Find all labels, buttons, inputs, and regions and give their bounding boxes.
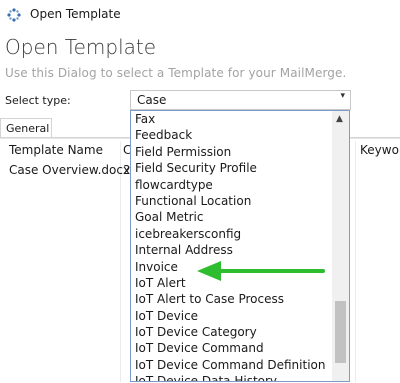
dropdown-option[interactable]: IoT Device Command [135, 340, 325, 356]
dropdown-option[interactable]: Field Permission [135, 144, 325, 160]
dropdown-option[interactable]: IoT Alert to Case Process [135, 291, 325, 307]
dropdown-option[interactable]: Internal Address [135, 242, 325, 258]
dropdown-option[interactable]: Functional Location [135, 193, 325, 209]
cell-template-name: Case Overview.docx [9, 163, 131, 177]
chevron-down-icon[interactable]: ▾ [340, 91, 345, 101]
dropdown-option[interactable]: Goal Metric [135, 209, 325, 225]
dropdown-option[interactable]: Field Security Profile [135, 160, 325, 176]
green-arrow-annotation [197, 261, 325, 281]
select-type-dropdown-list[interactable]: Fax Feedback Field Permission Field Securit… [130, 110, 350, 382]
column-header-keywords[interactable]: Keywor [360, 143, 400, 157]
scrollbar-thumb[interactable] [335, 301, 346, 363]
dropdown-option[interactable]: icebreakersconfig [135, 226, 325, 242]
dropdown-option[interactable]: Feedback [135, 127, 325, 143]
select-type-value: Case [137, 93, 167, 107]
tab-general-label: General [6, 122, 50, 135]
dropdown-option[interactable]: IoT Device [135, 308, 325, 324]
column-header-template-name[interactable]: Template Name [9, 143, 103, 157]
dialog-heading: Open Template [5, 35, 157, 59]
title-bar: Open Template [0, 0, 400, 30]
dialog-subtitle: Use this Dialog to select a Template for… [5, 66, 347, 80]
dropdown-option[interactable]: IoT Device Data History [135, 373, 325, 381]
tab-general[interactable]: General [0, 118, 52, 138]
dropdown-scrollbar[interactable]: ▲ [332, 111, 349, 381]
select-type-label: Select type: [5, 94, 71, 107]
chevron-up-icon[interactable]: ▲ [336, 114, 343, 124]
dropdown-list: Fax Feedback Field Permission Field Securit… [135, 111, 325, 381]
app-logo-icon [7, 8, 21, 22]
dropdown-option[interactable]: Fax [135, 111, 325, 127]
select-type-dropdown[interactable]: Case ▾ [130, 90, 351, 110]
dropdown-option[interactable]: IoT Device Command Definition [135, 357, 325, 373]
window-title: Open Template [30, 7, 121, 21]
dropdown-option[interactable]: IoT Device Category [135, 324, 325, 340]
dropdown-option[interactable]: flowcardtype [135, 177, 325, 193]
